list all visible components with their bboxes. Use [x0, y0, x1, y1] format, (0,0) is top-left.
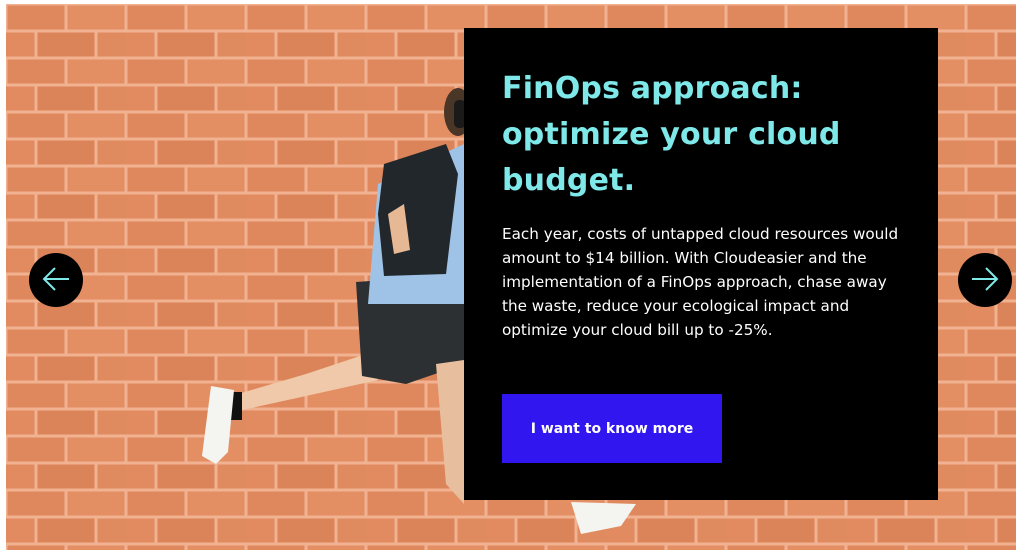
slide-description: Each year, costs of untapped cloud resou… [502, 225, 899, 339]
arrow-right-icon [968, 262, 1002, 299]
slide-title: FinOps approach: optimize your cloud bud… [502, 71, 841, 198]
hero-carousel: FinOps approach: optimize your cloud bud… [0, 0, 1020, 550]
carousel-next-button[interactable] [958, 253, 1012, 307]
know-more-button[interactable]: I want to know more [502, 394, 722, 463]
arrow-left-icon [39, 262, 73, 299]
slide-content-card: FinOps approach: optimize your cloud bud… [464, 28, 938, 500]
carousel-prev-button[interactable] [29, 253, 83, 307]
